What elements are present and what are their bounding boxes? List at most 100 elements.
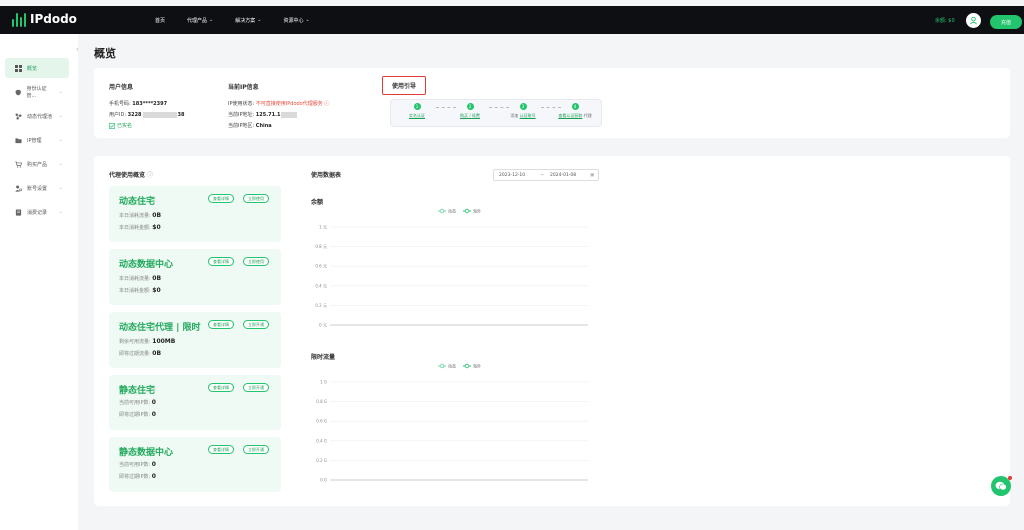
use-now-button[interactable]: 立即使用: [243, 194, 269, 203]
nav-item-proxy-products[interactable]: 代理产品 ⌄: [187, 17, 213, 24]
sidebar-item-label: IP管理: [27, 137, 42, 144]
avatar[interactable]: [966, 13, 981, 28]
sidebar-item-label: 概览: [27, 65, 38, 72]
balance-chart: 动态 海外 1 元 0.8 元 0.6 元 0.4 元 0.2 元 0 元: [315, 208, 588, 328]
sidebar-item-label: 账号设置: [27, 185, 48, 192]
balance-text: 余额: $0: [935, 18, 955, 24]
usage-guide-title: 使用引导: [382, 76, 426, 95]
view-details-button[interactable]: 查看详情: [208, 320, 234, 329]
cart-icon: [15, 161, 22, 168]
guide-step-3-link[interactable]: 认证账号: [520, 113, 536, 118]
chevron-down-icon: ⌄: [58, 137, 63, 143]
chevron-down-icon: ⌄: [58, 161, 63, 167]
usage-table-title: 使用数据表: [311, 172, 342, 179]
logo[interactable]: IPdodo: [12, 11, 77, 27]
legend-marker: [439, 363, 445, 369]
chat-button[interactable]: [991, 476, 1012, 496]
ip-address-row: 当前IP地址: 125.71.1: [228, 111, 298, 118]
redacted-block: [281, 111, 298, 118]
chevron-down-icon: ⌄: [58, 89, 63, 95]
view-details-button[interactable]: 查看详情: [208, 383, 234, 392]
folder-icon: [15, 137, 22, 143]
page-title: 概览: [94, 47, 116, 60]
legend-item[interactable]: 动态: [438, 208, 456, 214]
user-info-title: 用户信息: [109, 84, 134, 91]
receipt-icon: [15, 208, 22, 216]
date-range-picker[interactable]: 2023-12-10 → 2024-01-08 ▣: [493, 169, 599, 181]
guide-step-1-link[interactable]: 实名认证: [409, 113, 425, 118]
legend-label: 动态: [448, 208, 456, 214]
y-tick-label: 0.2 元: [315, 303, 327, 308]
y-tick-label: 0.4 G: [316, 438, 327, 443]
phone-row: 手机号码: 183****2397: [109, 101, 168, 107]
verified-badge[interactable]: 已实名: [109, 122, 132, 129]
use-now-button[interactable]: 立即使用: [243, 257, 269, 266]
top-bar: IPdodo 首页 代理产品 ⌄ 解决方案 ⌄ 资源中心 ⌄ 余额: $0 充值: [0, 6, 1024, 34]
sidebar-item-account-settings[interactable]: 账号设置 ⌄: [5, 178, 69, 198]
sidebar-item-buy-products[interactable]: 购买产品 ⌄: [5, 154, 69, 174]
legend-marker: [464, 363, 470, 369]
recharge-button[interactable]: 充值: [990, 15, 1022, 29]
verified-icon: [109, 122, 115, 129]
product-line-2: 本日消耗金额: $0: [119, 224, 161, 231]
sidebar-item-billing[interactable]: 消费记录 ⌄: [5, 202, 69, 222]
view-details-button[interactable]: 查看详情: [208, 445, 234, 454]
product-card-dynamic-datacenter: 动态数据中心 查看详情 立即使用 本日消耗流量: 0B 本日消耗金额: $0: [109, 249, 281, 305]
y-tick-label: 0.6 G: [316, 419, 327, 424]
chevron-down-icon: ⌄: [257, 17, 262, 23]
network-icon: [15, 113, 22, 120]
guide-step-4-link[interactable]: 查看认证获取: [558, 113, 582, 118]
legend-item[interactable]: 海外: [463, 363, 481, 369]
y-tick-label: 1 元: [319, 225, 327, 230]
ip-region-value: China: [255, 123, 272, 129]
sidebar-item-overview[interactable]: 概览: [5, 58, 69, 78]
product-line-2: 本日消耗金额: $0: [119, 287, 161, 294]
user-icon: [970, 16, 977, 25]
view-details-button[interactable]: 查看详情: [208, 194, 234, 203]
product-card-static-residential: 静态住宅 查看详情 立即开通 当前可用IP数: 0 即将过期IP数: 0: [109, 375, 281, 430]
usage-guide-steps: 1 实名认证 2 购买 / 续费 3 添加 认证账号 4 查看认证获取 代理: [390, 99, 602, 127]
legend-marker: [439, 208, 445, 214]
nav-item-home[interactable]: 首页: [155, 17, 165, 24]
sidebar-item-dynamic-pool[interactable]: 动态代理池 ⌄: [5, 106, 69, 126]
ip-region-row: 当前IP地区: China: [228, 123, 272, 129]
activate-now-button[interactable]: 立即开通: [243, 383, 269, 392]
product-line-1: 本日消耗流量: 0B: [119, 275, 162, 282]
sidebar-item-ip-management[interactable]: IP管理 ⌄: [5, 130, 69, 150]
product-card-dynamic-residential: 动态住宅 查看详情 立即使用 本日消耗流量: 0B 本日消耗金额: $0: [109, 186, 281, 242]
user-gear-icon: [15, 185, 22, 192]
chevron-down-icon: ⌄: [58, 185, 63, 191]
ip-address-value: 125.71.1: [255, 112, 281, 118]
redacted-block: [142, 111, 177, 118]
product-line-2: 即将过期IP数: 0: [119, 411, 156, 418]
product-name: 动态住宅: [119, 197, 156, 207]
activate-now-button[interactable]: 立即开通: [243, 320, 269, 329]
view-details-button[interactable]: 查看详情: [208, 257, 234, 266]
nav-item-solutions[interactable]: 解决方案 ⌄: [235, 17, 261, 24]
limited-traffic-chart: 动态 海外 1 G 0.8 G 0.6 G 0.4 G 0.2 G 0 G: [316, 363, 588, 483]
date-separator: →: [540, 172, 544, 178]
guide-step-1: 1 实名认证: [409, 103, 425, 118]
product-line-2: 即将过期IP数: 0: [119, 473, 156, 480]
activate-now-button[interactable]: 立即开通: [243, 445, 269, 454]
product-line-1: 当前可用IP数: 0: [119, 399, 156, 406]
guide-step-4: 4 查看认证获取 代理: [558, 103, 592, 118]
help-circle-icon[interactable]: ⓘ: [147, 172, 153, 179]
legend-item[interactable]: 动态: [438, 363, 456, 369]
chevron-down-icon: ⌄: [58, 113, 63, 119]
uid-value: 3228: [127, 112, 142, 118]
sidebar-item-identity[interactable]: 身份认证管... ⌄: [5, 82, 69, 102]
chevron-down-icon: ⌄: [305, 17, 310, 23]
date-start: 2023-12-10: [499, 172, 526, 178]
notification-dot: [1008, 476, 1012, 480]
legend-item[interactable]: 海外: [463, 208, 481, 214]
y-tick-label: 1 G: [320, 380, 327, 385]
legend-label: 海外: [473, 208, 481, 214]
collapse-sidebar-icon[interactable]: ‹: [76, 46, 78, 53]
guide-step-2-link[interactable]: 购买 / 续费: [460, 113, 480, 118]
legend-label: 动态: [448, 363, 456, 369]
nav-item-resources[interactable]: 资源中心 ⌄: [283, 17, 309, 24]
legend-marker: [464, 208, 470, 214]
help-circle-icon[interactable]: ⓘ: [324, 101, 329, 107]
legend-label: 海外: [473, 363, 481, 369]
